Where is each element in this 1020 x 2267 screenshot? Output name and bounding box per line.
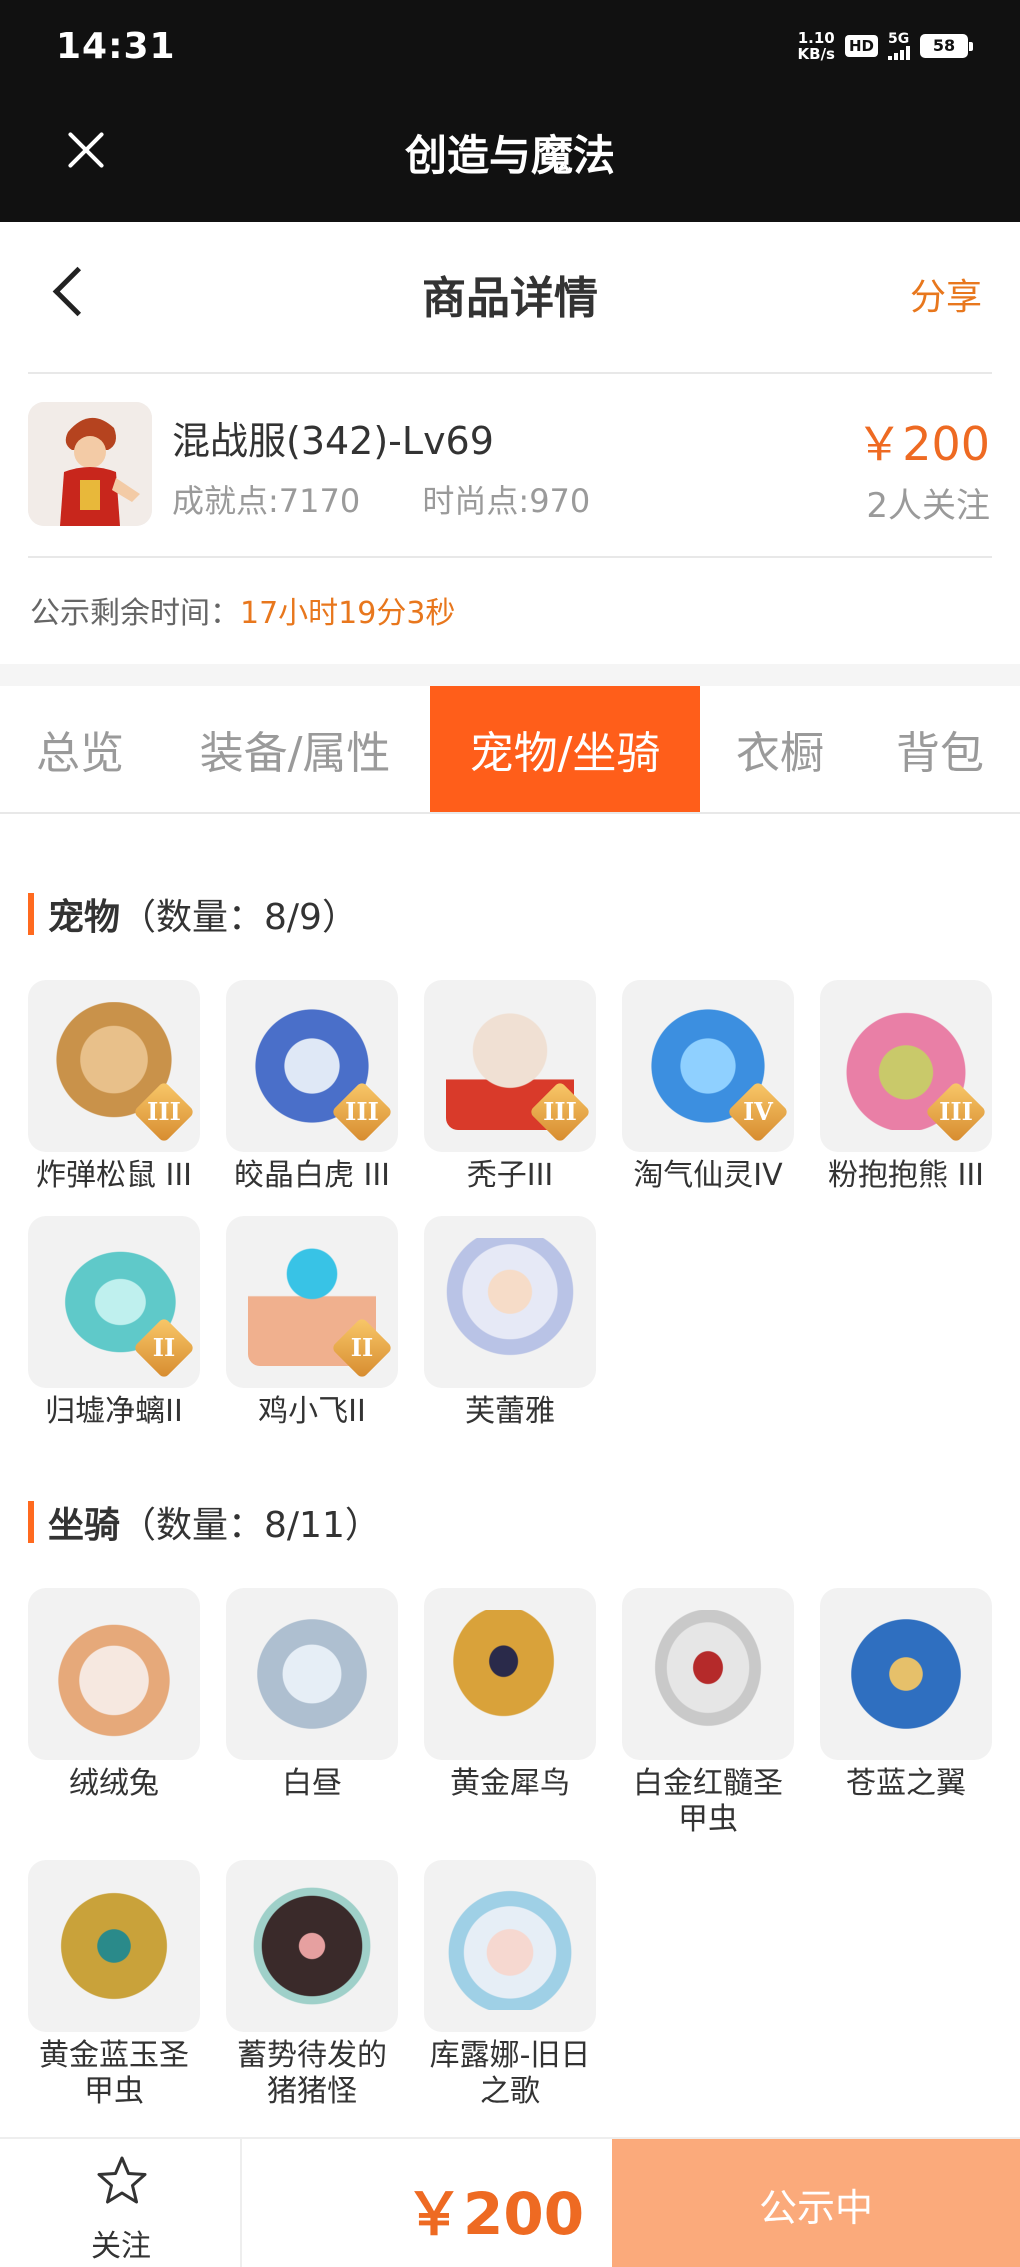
mount-item[interactable]: 白金红髓圣甲虫	[622, 1588, 794, 1838]
hd-icon: HD	[844, 35, 878, 57]
mounts-section-title: 坐骑 （数量：8/11）	[28, 1496, 381, 1548]
mount-item[interactable]: 黄金蓝玉圣甲虫	[28, 1860, 200, 2110]
pets-section-title: 宠物 （数量：8/9）	[28, 888, 358, 940]
tab-bar: 总览 装备/属性 宠物/坐骑 衣橱 背包	[0, 686, 1020, 814]
public-status-button[interactable]: 公示中	[612, 2139, 1020, 2267]
pet-item[interactable]: III 粉抱抱熊 III	[820, 980, 992, 1194]
app-title: 创造与魔法	[404, 131, 615, 180]
tier-badge-icon: IV	[726, 1080, 790, 1144]
tab-overview[interactable]: 总览	[0, 686, 160, 812]
mount-item[interactable]: 黄金犀鸟	[424, 1588, 596, 1802]
battery-icon: 58	[920, 34, 973, 58]
pets-grid: III 炸弹松鼠 III III 皎晶白虎 III III 秃子III IV 淘…	[28, 980, 992, 1429]
mount-item[interactable]: 苍蓝之翼	[820, 1588, 992, 1802]
mount-image	[50, 1882, 178, 2010]
pet-item[interactable]: III 皎晶白虎 III	[226, 980, 398, 1194]
tab-backpack[interactable]: 背包	[860, 686, 1020, 812]
mount-image	[248, 1610, 376, 1738]
pet-item[interactable]: III 秃子III	[424, 980, 596, 1194]
pet-item[interactable]: III 炸弹松鼠 III	[28, 980, 200, 1194]
app-bar: 创造与魔法	[0, 100, 1020, 222]
status-bar: 14:31 1.10 KB/s HD 5G 58	[0, 0, 1020, 100]
mount-item[interactable]: 绒绒兔	[28, 1588, 200, 1802]
tab-wardrobe[interactable]: 衣橱	[700, 686, 860, 812]
product-price: ￥200	[856, 417, 990, 471]
pet-item[interactable]: IV 淘气仙灵IV	[622, 980, 794, 1194]
divider	[28, 372, 992, 374]
follow-label: 关注	[91, 2229, 151, 2264]
pet-item[interactable]: II 归墟净螭II	[28, 1216, 200, 1430]
pet-item[interactable]: 芙蕾雅	[424, 1216, 596, 1430]
mount-image	[644, 1610, 772, 1738]
achievement-points: 成就点:7170	[172, 482, 361, 520]
share-button[interactable]: 分享	[910, 268, 982, 320]
tier-badge-icon: II	[330, 1316, 394, 1380]
bottom-price: ￥200	[405, 2180, 585, 2248]
mount-image	[446, 1610, 574, 1738]
page-nav: 商品详情 分享	[0, 222, 1020, 372]
net-speed: 1.10 KB/s	[797, 29, 835, 63]
mounts-grid: 绒绒兔 白昼 黄金犀鸟 白金红髓圣甲虫 苍蓝之翼 黄金蓝玉圣甲虫 蓄势待发的猪猪…	[28, 1588, 992, 2110]
tier-badge-icon: III	[132, 1080, 196, 1144]
mount-image	[842, 1610, 970, 1738]
product-stats: 成就点:7170 时尚点:970	[172, 476, 642, 522]
tier-badge-icon: III	[528, 1080, 592, 1144]
product-name: 混战服(342)-Lv69	[172, 419, 494, 463]
bottom-bar: 关注 ￥200 公示中	[0, 2137, 1020, 2267]
follow-button[interactable]: 关注	[0, 2139, 242, 2267]
signal-icon: 5G	[888, 32, 910, 60]
mount-item[interactable]: 白昼	[226, 1588, 398, 1802]
mount-item[interactable]: 蓄势待发的猪猪怪	[226, 1860, 398, 2110]
pet-image	[446, 1238, 574, 1366]
tier-badge-icon: III	[330, 1080, 394, 1144]
tab-equipment[interactable]: 装备/属性	[160, 686, 430, 812]
remaining-time: 公示剩余时间：17小时19分3秒	[30, 596, 456, 631]
mount-item[interactable]: 库露娜-旧日之歌	[424, 1860, 596, 2110]
section-gap	[0, 664, 1020, 686]
star-icon	[97, 2156, 147, 2204]
tab-pets-mounts[interactable]: 宠物/坐骑	[430, 686, 700, 812]
remaining-time-value: 17小时19分3秒	[240, 596, 456, 631]
status-icons: 1.10 KB/s HD 5G 58	[797, 29, 973, 63]
tier-badge-icon: II	[132, 1316, 196, 1380]
divider	[28, 556, 992, 558]
pet-item[interactable]: II 鸡小飞II	[226, 1216, 398, 1430]
mount-image	[248, 1882, 376, 2010]
tier-badge-icon: III	[924, 1080, 988, 1144]
status-time: 14:31	[56, 26, 176, 67]
mount-image	[50, 1610, 178, 1738]
character-avatar	[28, 402, 152, 526]
fashion-points: 时尚点:970	[422, 482, 591, 520]
page-title: 商品详情	[422, 273, 598, 324]
mount-image	[446, 1882, 574, 2010]
follower-count: 2人关注	[866, 486, 990, 526]
